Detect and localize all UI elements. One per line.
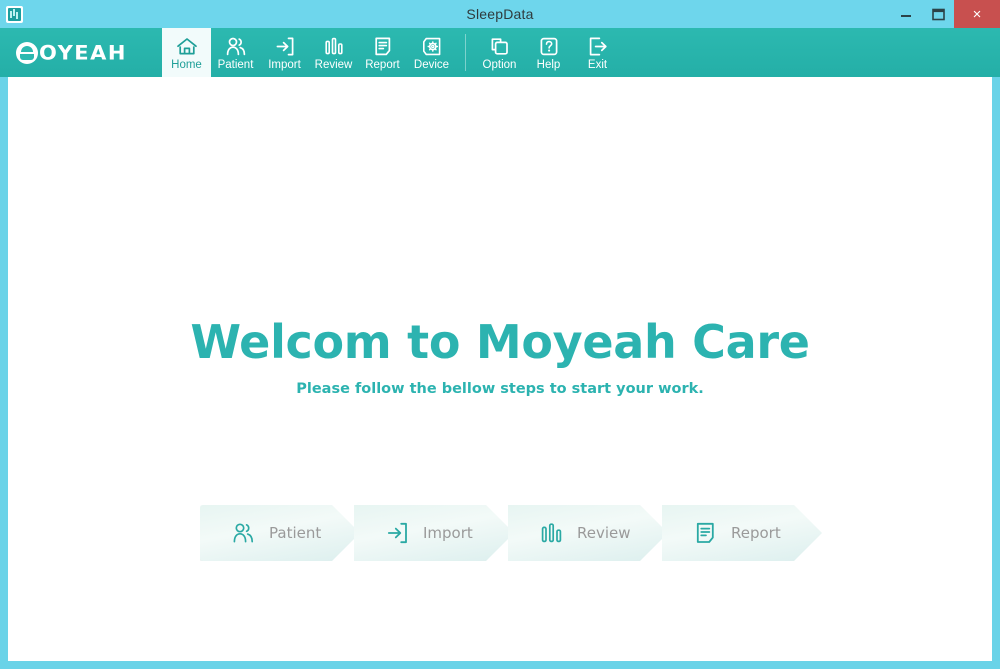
device-gear-icon [421, 35, 443, 57]
toolbar-item-option[interactable]: Option [475, 28, 524, 77]
moyeah-logo-text: OYEAH [39, 41, 127, 64]
step-patient-label: Patient [269, 524, 322, 542]
toolbar-item-patient[interactable]: Patient [211, 28, 260, 77]
close-button[interactable]: × [954, 0, 1000, 28]
page-title: Welcom to Moyeah Care [190, 315, 810, 369]
toolbar-divider [465, 34, 466, 71]
main-toolbar: OYEAH Home Patient Import Review Report … [0, 28, 1000, 77]
toolbar-item-help[interactable]: Help [524, 28, 573, 77]
step-import[interactable]: Import [354, 505, 514, 561]
option-windows-icon [489, 35, 511, 57]
toolbar-item-device[interactable]: Device [407, 28, 456, 77]
minimize-button[interactable] [890, 0, 922, 28]
sleepdata-app-icon [6, 5, 23, 23]
toolbar-item-exit[interactable]: Exit [573, 28, 622, 77]
import-icon [274, 35, 296, 57]
step-report-label: Report [731, 524, 781, 542]
toolbar-primary-group: Home Patient Import Review Report Device [162, 28, 456, 77]
toolbar-item-report-label: Report [365, 59, 400, 71]
review-chart-icon [538, 520, 564, 546]
report-document-icon [372, 35, 394, 57]
help-question-icon [538, 35, 560, 57]
minimize-icon [901, 15, 911, 17]
toolbar-item-review[interactable]: Review [309, 28, 358, 77]
patients-icon [230, 520, 256, 546]
toolbar-item-device-label: Device [413, 59, 450, 71]
review-chart-icon [323, 35, 345, 57]
step-report[interactable]: Report [662, 505, 822, 561]
toolbar-item-exit-label: Exit [587, 59, 608, 71]
content-frame: Welcom to Moyeah Care Please follow the … [0, 77, 1000, 669]
toolbar-item-report[interactable]: Report [358, 28, 407, 77]
toolbar-item-review-label: Review [314, 59, 353, 71]
patients-icon [225, 35, 247, 57]
toolbar-item-home-label: Home [171, 59, 202, 71]
toolbar-item-option-label: Option [482, 59, 517, 71]
workflow-steps: Patient Import Review Report [200, 505, 816, 561]
page-subtitle: Please follow the bellow steps to start … [296, 381, 704, 397]
step-patient[interactable]: Patient [200, 505, 360, 561]
exit-arrow-icon [587, 35, 609, 57]
welcome-block: Welcom to Moyeah Care Please follow the … [8, 315, 992, 398]
home-icon [176, 35, 198, 57]
step-import-label: Import [423, 524, 473, 542]
report-document-icon [692, 520, 718, 546]
maximize-button[interactable] [922, 0, 954, 28]
step-review[interactable]: Review [508, 505, 668, 561]
toolbar-item-import[interactable]: Import [260, 28, 309, 77]
moyeah-logo-mark [16, 41, 38, 64]
moyeah-brand-logo: OYEAH [0, 28, 162, 77]
home-page: Welcom to Moyeah Care Please follow the … [8, 77, 992, 661]
close-icon: × [972, 5, 982, 23]
import-icon [384, 520, 410, 546]
toolbar-item-import-label: Import [268, 59, 301, 71]
application-window: SleepData × OYEAH Home Patient Import Re… [0, 0, 1000, 669]
toolbar-secondary-group: Option Help Exit [475, 28, 622, 77]
toolbar-item-help-label: Help [536, 59, 561, 71]
toolbar-item-patient-label: Patient [217, 59, 254, 71]
window-controls: × [890, 0, 1000, 28]
window-title: SleepData [466, 6, 534, 22]
step-review-label: Review [577, 524, 631, 542]
title-bar: SleepData × [0, 0, 1000, 28]
maximize-icon [931, 8, 945, 20]
toolbar-item-home[interactable]: Home [162, 28, 211, 77]
